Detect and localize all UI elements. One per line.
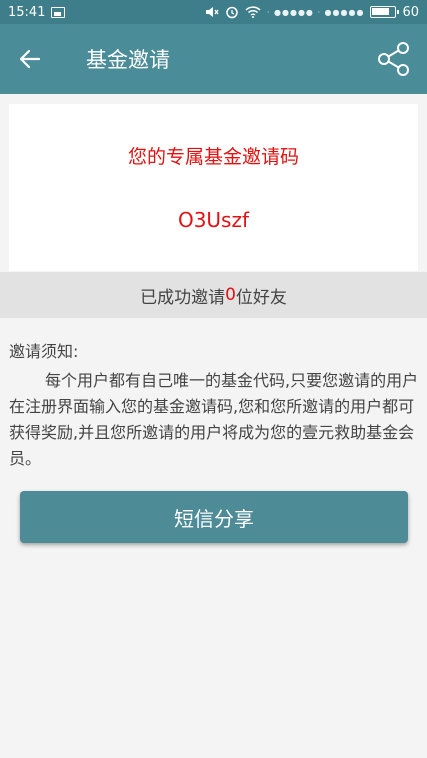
notice-title: 邀请须知:	[9, 342, 79, 361]
battery-icon	[370, 6, 400, 18]
invited-suffix: 位好友	[235, 287, 287, 308]
back-arrow-icon[interactable]	[0, 24, 60, 94]
battery-level: 60	[402, 4, 419, 20]
status-bar: 15:41 · ●●●●● · ●●●●● 60	[0, 0, 427, 24]
invited-friends-summary: 已成功邀请 0 位好友	[0, 272, 427, 318]
image-notification-icon	[51, 6, 66, 18]
signal-strength: · ●●●●● · ●●●●●	[266, 7, 365, 17]
alarm-icon	[226, 6, 238, 19]
share-icon[interactable]	[375, 40, 413, 78]
app-bar: 基金邀请	[0, 24, 427, 94]
page-title: 基金邀请	[86, 48, 170, 72]
status-left: 15:41	[8, 4, 66, 20]
sms-share-button[interactable]: 短信分享	[20, 491, 408, 543]
status-right: · ●●●●● · ●●●●● 60	[205, 5, 419, 20]
status-time: 15:41	[8, 4, 46, 20]
invite-code-value[interactable]: O3Uszf	[9, 208, 418, 232]
invite-code-label: 您的专属基金邀请码	[127, 146, 299, 168]
invited-count: 0	[225, 285, 236, 305]
invite-code-card: 您的专属基金邀请码 O3Uszf	[9, 104, 418, 271]
invited-prefix: 已成功邀请	[140, 287, 226, 308]
notice-body: 每个用户都有自己唯一的基金代码,只要您邀请的用户在注册界面输入您的基金邀请码,您…	[9, 371, 419, 468]
wifi-icon	[245, 6, 261, 18]
mute-icon	[205, 7, 219, 17]
